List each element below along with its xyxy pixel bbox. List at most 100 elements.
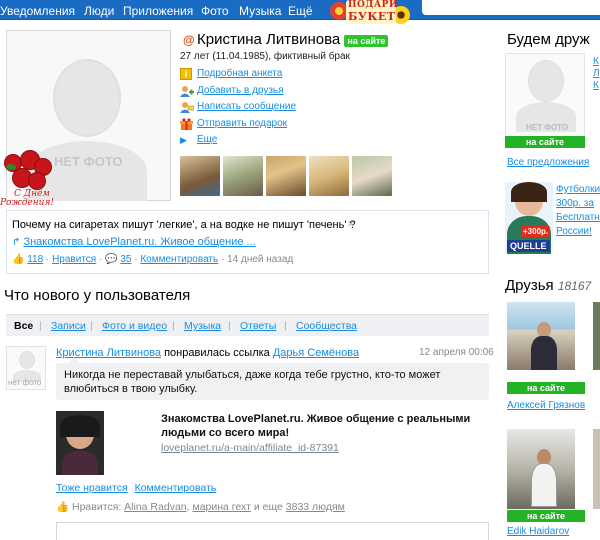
- nav-people[interactable]: Люди: [84, 4, 114, 18]
- top-navigation-bar: Уведомления Люди Приложения Фото Музыка …: [0, 0, 600, 20]
- photo-thumb[interactable]: [352, 156, 392, 196]
- nav-more[interactable]: Ещё: [288, 4, 313, 18]
- friend-name-link[interactable]: Алексей Грязнов: [507, 400, 585, 411]
- comment-input[interactable]: [56, 522, 489, 540]
- nav-music[interactable]: Музыка: [239, 4, 281, 18]
- nav-photos[interactable]: Фото: [201, 4, 229, 18]
- feed-quote: Никогда не переставай улыбаться, даже ко…: [56, 357, 489, 400]
- suggest-friends-title: Будем друж: [507, 31, 590, 48]
- ad-price-badge: +300р.: [521, 226, 551, 237]
- link-add-friend[interactable]: Добавить в друзья: [197, 85, 284, 96]
- friend-photo[interactable]: [593, 302, 600, 370]
- profile-name: Кристина Литвинова: [197, 31, 341, 48]
- suggest-link[interactable]: Л: [593, 68, 600, 79]
- gift-banner-line2: БУКЕТ: [348, 10, 396, 23]
- gift-bouquet-banner[interactable]: ПОДАРИ БУКЕТ: [330, 0, 416, 26]
- profile-info: 27 лет (11.04.1985), фиктивный брак: [180, 51, 350, 62]
- gift-banner-line1: ПОДАРИ: [348, 0, 398, 10]
- birthday-roses-icon[interactable]: С Днём Рождения!: [0, 150, 56, 212]
- nav-apps[interactable]: Приложения: [123, 4, 193, 18]
- link-send-gift[interactable]: Отправить подарок: [197, 118, 287, 129]
- no-photo-label: нет фото: [8, 378, 42, 387]
- nav-notifications[interactable]: Уведомления: [0, 4, 75, 18]
- like-button[interactable]: Нравится: [52, 254, 96, 265]
- status-box: Почему на сигаретах пишут 'легкие', а на…: [6, 210, 489, 274]
- suggested-friend-photo[interactable]: НЕТ ФОТО: [505, 53, 585, 148]
- friend-online-badge: на сайте: [507, 510, 585, 522]
- tab-all[interactable]: Все: [14, 320, 33, 332]
- liker-link[interactable]: Alina Radvan: [124, 501, 186, 513]
- all-suggestions-link[interactable]: Все предложения: [507, 157, 589, 168]
- feed-title: Что нового у пользователя: [4, 287, 191, 304]
- feed-target-link[interactable]: Дарья Семёнова: [273, 347, 359, 359]
- tab-communities[interactable]: Сообщества: [296, 320, 357, 332]
- likers-count-link[interactable]: 3833 людям: [286, 501, 345, 513]
- photo-thumb[interactable]: [309, 156, 349, 196]
- close-icon[interactable]: ✕: [347, 219, 355, 230]
- birthday-label: С Днём Рождения!: [0, 189, 55, 208]
- gift-icon: [180, 118, 193, 130]
- no-photo-label: НЕТ ФОТО: [54, 154, 123, 169]
- share-arrow-icon: ↱: [12, 237, 21, 248]
- suggest-link[interactable]: К: [593, 56, 599, 67]
- link-more[interactable]: Еще: [197, 134, 217, 145]
- feed-comment-button[interactable]: Комментировать: [135, 482, 217, 494]
- status-meta: 👍 118 · Нравится · 💬 35 · Комментировать…: [12, 254, 294, 265]
- add-friend-icon: [180, 85, 194, 97]
- tab-music[interactable]: Музыка: [184, 320, 221, 332]
- status-link[interactable]: Знакомства LovePlanet.ru. Живое общение …: [23, 236, 255, 248]
- suggest-online-badge: на сайте: [505, 136, 585, 148]
- photo-thumb[interactable]: [180, 156, 220, 196]
- thumbs-up-icon: 👍: [12, 254, 25, 265]
- tab-answers[interactable]: Ответы: [240, 320, 276, 332]
- also-like-button[interactable]: Тоже нравится: [56, 482, 128, 494]
- profile-name-row: Кристина Литвинова на сайте: [197, 31, 389, 48]
- ad-brand: QUELLE: [507, 240, 550, 252]
- feed-verb: понравилась ссылка: [164, 347, 270, 359]
- feed-link-url[interactable]: loveplanet.ru/a-main/affiliate_id-87391: [161, 442, 339, 454]
- feed-header: Кристина Литвинова понравилась ссылка Да…: [56, 347, 359, 359]
- status-link-row: ↱ Знакомства LovePlanet.ru. Живое общени…: [12, 236, 256, 248]
- thumbs-up-icon: 👍: [56, 501, 70, 513]
- search-input[interactable]: [422, 0, 600, 15]
- feed-link-photo[interactable]: [56, 411, 104, 475]
- ad-line[interactable]: Футболки: [556, 184, 600, 195]
- ad-image[interactable]: +300р. QUELLE: [505, 182, 553, 254]
- ad-line[interactable]: 300р. за: [556, 198, 594, 209]
- link-write-message[interactable]: Написать сообщение: [197, 101, 296, 112]
- online-badge: на сайте: [344, 35, 389, 47]
- status-likes-count[interactable]: 118: [27, 254, 43, 265]
- feed-tabs: Все | Записи | Фото и видео | Музыка | О…: [6, 314, 489, 336]
- ad-line[interactable]: Бесплатн: [556, 212, 600, 223]
- friend-name-link[interactable]: Edik Haidarov: [507, 526, 569, 537]
- friend-photo[interactable]: [507, 302, 575, 370]
- friend-online-badge: на сайте: [507, 382, 585, 394]
- suggest-link[interactable]: К: [593, 80, 599, 91]
- triangle-right-icon: ▶: [180, 135, 187, 145]
- link-profile-details[interactable]: Подробная анкета: [197, 68, 282, 79]
- photo-thumb[interactable]: [266, 156, 306, 196]
- status-text: Почему на сигаретах пишут 'легкие', а на…: [12, 219, 356, 231]
- photo-thumb[interactable]: [223, 156, 263, 196]
- ad-line[interactable]: России!: [556, 226, 592, 237]
- message-icon: [180, 101, 195, 113]
- feed-author-avatar[interactable]: нет фото: [6, 346, 46, 390]
- friends-count[interactable]: 18167: [558, 279, 591, 293]
- friend-photo[interactable]: [507, 429, 575, 509]
- status-comments-count[interactable]: 35: [120, 254, 131, 265]
- feed-likes: 👍 Нравится: Alina Radvan, марина гехт и …: [56, 501, 345, 513]
- feed-date: 12 апреля 00:06: [419, 347, 494, 358]
- feed-link-title[interactable]: Знакомства LovePlanet.ru. Живое общение …: [161, 412, 471, 440]
- tab-photo-video[interactable]: Фото и видео: [102, 320, 167, 332]
- feed-actions: Тоже нравится Комментировать: [56, 482, 216, 494]
- at-sign-icon: @: [183, 33, 195, 47]
- liker-link[interactable]: марина гехт: [192, 501, 250, 513]
- friend-photo[interactable]: [593, 429, 600, 509]
- status-time: 14 дней назад: [227, 254, 294, 265]
- info-icon: i: [180, 68, 192, 80]
- friends-title: Друзья: [505, 277, 554, 294]
- comment-button[interactable]: Комментировать: [140, 254, 218, 265]
- tab-posts[interactable]: Записи: [51, 320, 86, 332]
- comment-icon: 💬: [105, 254, 118, 265]
- friends-title-row: Друзья 18167: [505, 277, 591, 294]
